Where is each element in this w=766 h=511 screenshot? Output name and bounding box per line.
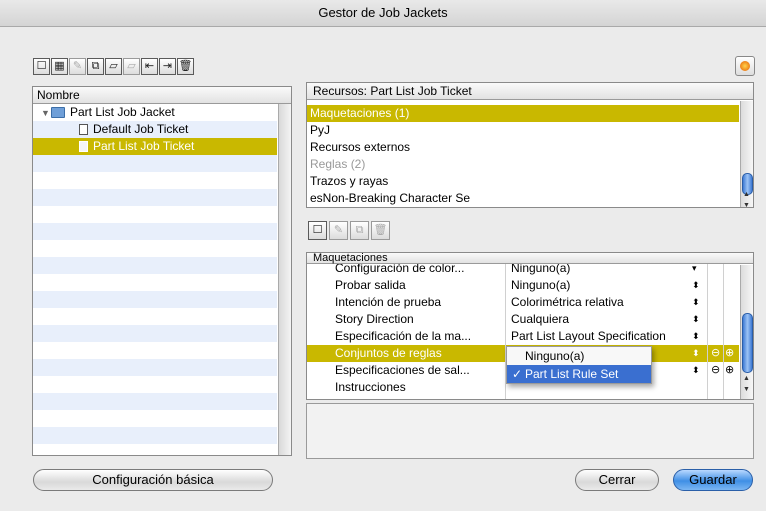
updown-icon[interactable]: ⬍ <box>692 362 700 379</box>
jacket-icon <box>51 107 65 118</box>
row-name: Instrucciones <box>335 380 406 394</box>
settings-gear-icon[interactable] <box>735 56 755 76</box>
name-column-header[interactable]: Nombre <box>33 87 291 104</box>
row-name: Especificación de la ma... <box>335 329 472 343</box>
rule-set-popup-menu: Ninguno(a) ✓ Part List Rule Set <box>506 346 652 384</box>
layout-toolbar: ☐ ✎ ⧉ 🗑 <box>308 221 392 240</box>
tree-item-ticket[interactable]: Default Job Ticket <box>33 121 277 138</box>
add-icon[interactable]: ⊕ <box>725 362 734 379</box>
column-divider <box>723 253 724 399</box>
job-jackets-tree: Nombre ▼ Part List Job Jacket Default Job… <box>32 86 292 456</box>
popup-option-selected[interactable]: ✓ Part List Rule Set <box>507 365 651 383</box>
row-name: Especificaciones de sal... <box>335 363 470 377</box>
ticket-icon <box>79 141 88 152</box>
updown-icon[interactable]: ⬍ <box>692 311 700 328</box>
updown-icon[interactable]: ⬍ <box>692 294 700 311</box>
resources-panel: Recursos: Part List Job Ticket Maquetaci… <box>306 82 754 208</box>
resources-scrollbar[interactable]: ▲ ▼ <box>740 101 753 207</box>
row-name: Intención de prueba <box>335 295 442 309</box>
updown-icon[interactable]: ⬍ <box>692 277 700 294</box>
row-value[interactable]: Colorimétrica relativa <box>511 294 691 311</box>
scroll-thumb[interactable] <box>742 313 753 373</box>
remove-icon[interactable]: ⊖ <box>711 345 720 362</box>
tree-item-label: Part List Job Jacket <box>70 105 175 119</box>
save-button[interactable]: Guardar <box>673 469 753 491</box>
column-divider <box>707 253 708 399</box>
resources-header[interactable]: Recursos: Part List Job Ticket <box>307 83 753 100</box>
updown-icon[interactable]: ⬍ <box>692 345 700 362</box>
open-icon[interactable]: ▱ <box>105 58 122 75</box>
window-title: Gestor de Job Jackets <box>0 0 766 27</box>
main-toolbar: ☐ ▦ ✎ ⧉ ▱ ▱ ⇤ ⇥ 🗑 <box>33 58 195 76</box>
row-value[interactable]: Ninguno(a) <box>511 277 691 294</box>
layout-row[interactable]: Probar salida Ninguno(a) ⬍ <box>307 277 739 294</box>
export-icon[interactable]: ⇥ <box>159 58 176 75</box>
popup-option-label: Ninguno(a) <box>525 349 585 363</box>
new-ticket-icon[interactable]: ▦ <box>51 58 68 75</box>
updown-icon[interactable]: ⬍ <box>692 328 700 345</box>
scroll-down-icon[interactable]: ▼ <box>743 386 750 393</box>
layout-row[interactable]: Story Direction Cualquiera ⬍ <box>307 311 739 328</box>
resource-item[interactable]: PyJ <box>307 122 739 139</box>
duplicate-layout-icon[interactable]: ⧉ <box>350 221 369 240</box>
description-area[interactable] <box>306 403 754 459</box>
close-button[interactable]: Cerrar <box>575 469 659 491</box>
scroll-down-icon[interactable]: ▼ <box>743 202 750 207</box>
delete-layout-icon[interactable]: 🗑 <box>371 221 390 240</box>
resource-item[interactable]: Trazos y rayas <box>307 173 739 190</box>
checkmark-icon: ✓ <box>512 367 523 381</box>
row-value[interactable]: Part List Layout Specification <box>511 328 691 345</box>
tree-list: ▼ Part List Job Jacket Default Job Ticket… <box>33 104 277 455</box>
scroll-up-icon[interactable]: ▲ <box>743 191 750 198</box>
row-name: Conjuntos de reglas <box>335 346 442 360</box>
delete-icon[interactable]: 🗑 <box>177 58 194 75</box>
popup-option-label: Part List Rule Set <box>525 367 619 381</box>
layouts-header[interactable]: Maquetaciones <box>307 253 753 264</box>
tree-scrollbar[interactable] <box>278 104 291 455</box>
resource-item[interactable]: Maquetaciones (1) <box>307 105 739 122</box>
popup-option[interactable]: Ninguno(a) <box>507 347 651 365</box>
row-name: Story Direction <box>335 312 414 326</box>
new-jacket-icon[interactable]: ☐ <box>33 58 50 75</box>
tree-item-ticket-selected[interactable]: Part List Job Ticket <box>33 138 277 155</box>
basic-config-button[interactable]: Configuración básica <box>33 469 273 491</box>
resources-list: Maquetaciones (1) PyJ Recursos externos … <box>307 105 739 207</box>
edit-layout-icon[interactable]: ✎ <box>329 221 348 240</box>
add-icon[interactable]: ⊕ <box>725 345 734 362</box>
scroll-up-icon[interactable]: ▲ <box>743 375 750 382</box>
resource-item[interactable]: esNon-Breaking Character Se <box>307 190 739 207</box>
layouts-scrollbar[interactable]: ▲ ▼ <box>740 265 753 399</box>
disclosure-triangle-icon[interactable]: ▼ <box>41 105 51 122</box>
tree-item-label: Default Job Ticket <box>93 122 189 136</box>
ticket-icon <box>79 124 88 135</box>
layout-row[interactable]: Intención de prueba Colorimétrica relati… <box>307 294 739 311</box>
duplicate-icon[interactable]: ⧉ <box>87 58 104 75</box>
remove-icon[interactable]: ⊖ <box>711 362 720 379</box>
row-name: Probar salida <box>335 278 406 292</box>
save-icon[interactable]: ▱ <box>123 58 140 75</box>
edit-icon[interactable]: ✎ <box>69 58 86 75</box>
resource-item[interactable]: Recursos externos <box>307 139 739 156</box>
job-jackets-window: Gestor de Job Jackets ☐ ▦ ✎ ⧉ ▱ ▱ ⇤ ⇥ 🗑 … <box>0 0 766 511</box>
new-layout-icon[interactable]: ☐ <box>308 221 327 240</box>
layout-row[interactable]: Especificación de la ma... Part List Lay… <box>307 328 739 345</box>
tree-item-jacket[interactable]: ▼ Part List Job Jacket <box>33 104 277 121</box>
import-icon[interactable]: ⇤ <box>141 58 158 75</box>
resource-item[interactable]: Reglas (2) <box>307 156 739 173</box>
row-value[interactable]: Cualquiera <box>511 311 691 328</box>
tree-item-label: Part List Job Ticket <box>93 139 195 153</box>
